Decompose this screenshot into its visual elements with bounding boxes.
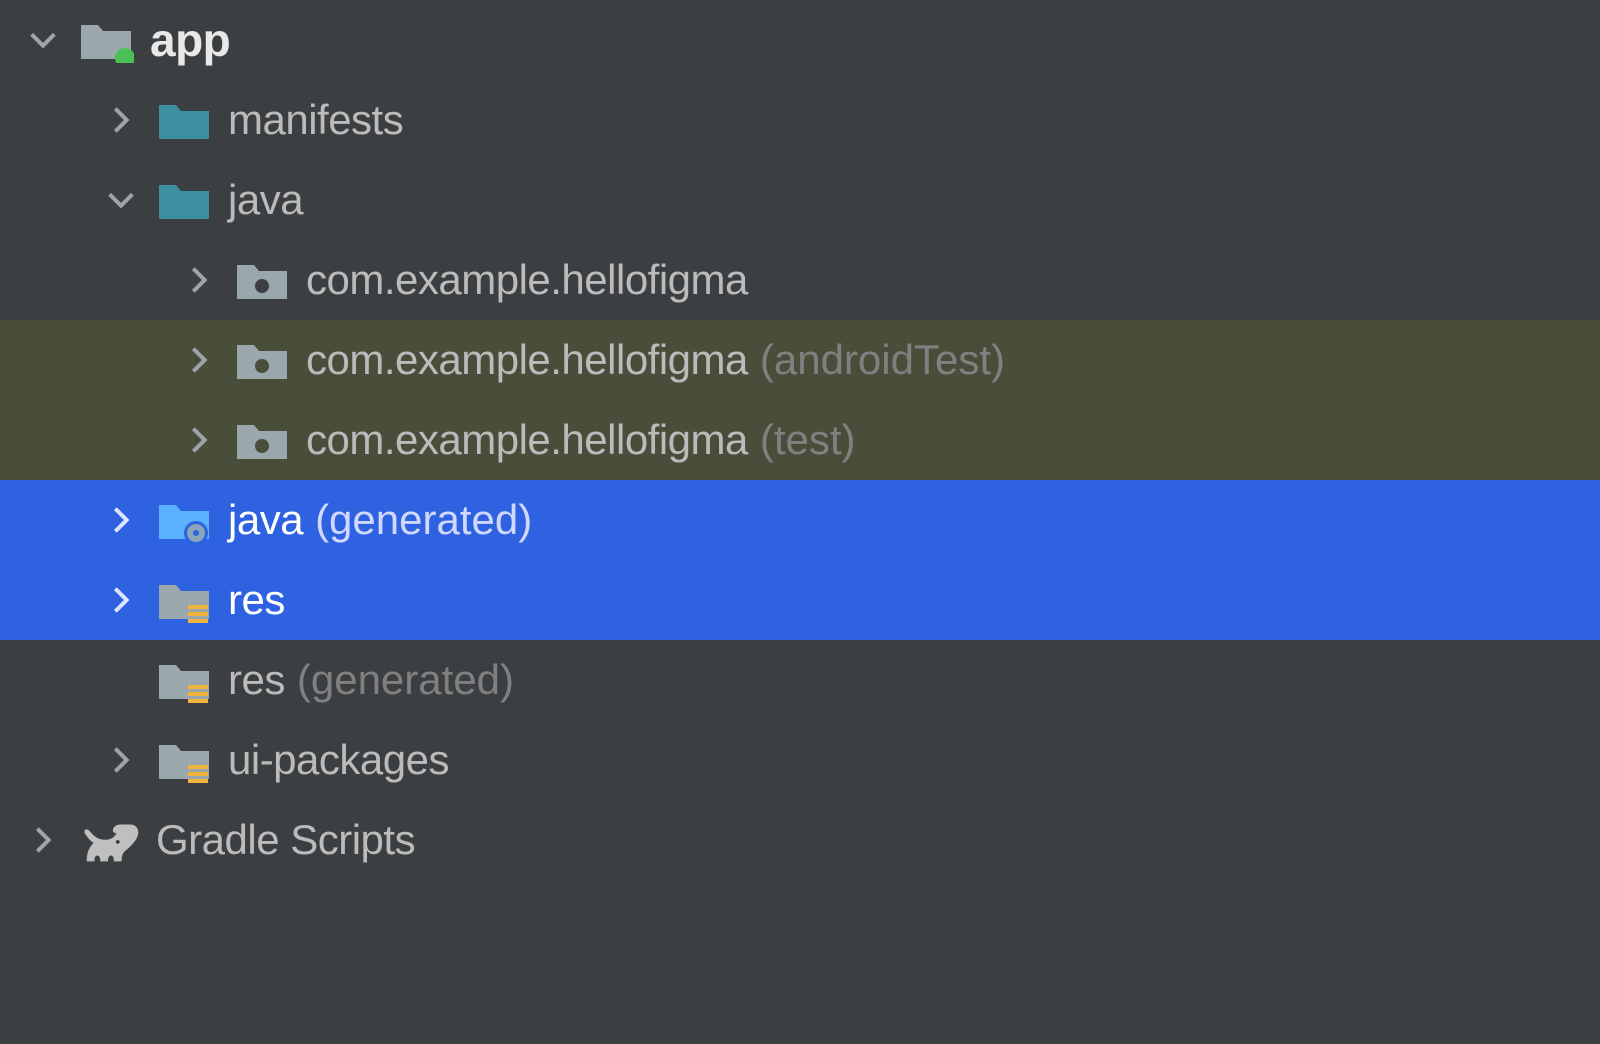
tree-item-label: app: [150, 17, 230, 63]
chevron-down-icon[interactable]: [104, 183, 138, 217]
tree-item-label: res: [228, 659, 285, 701]
chevron-right-icon[interactable]: [182, 423, 216, 457]
folder-icon: [156, 177, 212, 223]
package-folder-icon: [234, 417, 290, 463]
tree-item-label: java: [228, 179, 303, 221]
tree-item-res[interactable]: res: [0, 560, 1600, 640]
chevron-right-icon[interactable]: [104, 503, 138, 537]
tree-item-label: manifests: [228, 99, 403, 141]
tree-item-label: Gradle Scripts: [156, 819, 415, 861]
resources-folder-icon: [156, 657, 212, 703]
resources-folder-icon: [156, 577, 212, 623]
tree-item-manifests[interactable]: manifests: [0, 80, 1600, 160]
chevron-down-icon[interactable]: [26, 23, 60, 57]
tree-item-app[interactable]: app: [0, 0, 1600, 80]
package-folder-icon: [234, 257, 290, 303]
tree-item-label: res: [228, 579, 285, 621]
tree-item-package-test[interactable]: com.example.hellofigma (test): [0, 400, 1600, 480]
gradle-icon: [78, 817, 140, 863]
chevron-right-icon[interactable]: [104, 583, 138, 617]
chevron-right-icon[interactable]: [104, 103, 138, 137]
tree-item-label: ui-packages: [228, 739, 449, 781]
folder-icon: [156, 97, 212, 143]
tree-item-suffix: (generated): [315, 499, 532, 541]
tree-item-res-generated[interactable]: res (generated): [0, 640, 1600, 720]
module-folder-icon: [78, 17, 134, 63]
tree-item-ui-packages[interactable]: ui-packages: [0, 720, 1600, 800]
tree-item-gradle-scripts[interactable]: Gradle Scripts: [0, 800, 1600, 880]
generated-folder-icon: [156, 497, 212, 543]
tree-item-suffix: (test): [760, 419, 856, 461]
chevron-right-icon[interactable]: [182, 343, 216, 377]
tree-item-java[interactable]: java: [0, 160, 1600, 240]
package-folder-icon: [234, 337, 290, 383]
project-tree: app manifests java: [0, 0, 1600, 880]
chevron-right-icon[interactable]: [104, 743, 138, 777]
chevron-right-icon[interactable]: [26, 823, 60, 857]
tree-item-label: com.example.hellofigma: [306, 339, 748, 381]
tree-item-label: java: [228, 499, 303, 541]
tree-item-package-android-test[interactable]: com.example.hellofigma (androidTest): [0, 320, 1600, 400]
tree-item-package-main[interactable]: com.example.hellofigma: [0, 240, 1600, 320]
tree-item-suffix: (androidTest): [760, 339, 1005, 381]
tree-item-label: com.example.hellofigma: [306, 419, 748, 461]
resources-folder-icon: [156, 737, 212, 783]
tree-item-label: com.example.hellofigma: [306, 259, 748, 301]
chevron-right-icon[interactable]: [182, 263, 216, 297]
tree-item-suffix: (generated): [297, 659, 514, 701]
tree-item-java-generated[interactable]: java (generated): [0, 480, 1600, 560]
